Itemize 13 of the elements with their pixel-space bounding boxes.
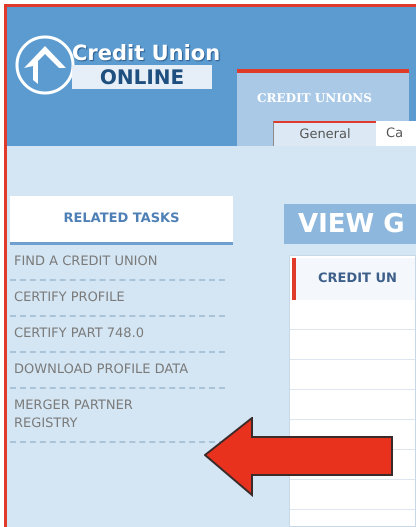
subtab[interactable]: General xyxy=(273,121,376,146)
subtab[interactable]: Ca xyxy=(376,121,416,146)
arrow-icon xyxy=(204,417,394,497)
sidebar-link[interactable]: FIND A CREDIT UNION xyxy=(10,253,225,271)
logo-subtitle: ONLINE xyxy=(72,65,212,89)
column-header: CREDIT UN xyxy=(292,258,415,300)
sidebar-title: RELATED TASKS xyxy=(10,196,233,245)
logo-title: Credit Union xyxy=(72,41,220,65)
sidebar-link[interactable]: CERTIFY PROFILE xyxy=(10,289,225,307)
sidebar-link[interactable]: DOWNLOAD PROFILE DATA xyxy=(10,361,225,379)
sidebar-link[interactable]: MERGER PARTNER REGISTRY xyxy=(10,397,225,433)
page-title: VIEW G xyxy=(284,204,416,244)
sidebar-link[interactable]: CERTIFY PART 748.0 xyxy=(10,325,225,343)
